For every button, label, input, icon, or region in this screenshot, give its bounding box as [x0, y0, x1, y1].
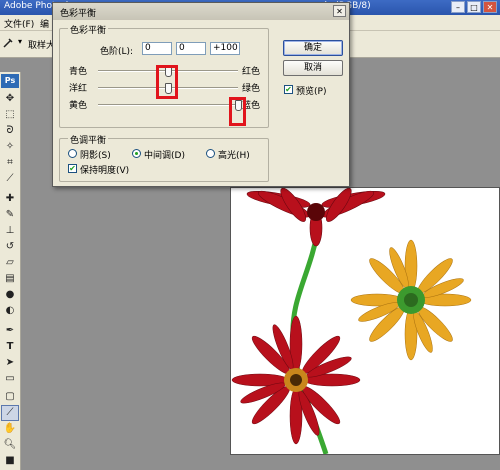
preserve-luminosity-label: 保持明度(V) — [80, 166, 130, 176]
highlights-label: 高光(H) — [218, 151, 250, 161]
color-balance-dialog: 色彩平衡 ✕ 色彩平衡 色阶(L): 0 0 +100 青色 红色 洋红 绿色 … — [52, 2, 350, 187]
history-brush-tool-icon[interactable]: ↺ — [2, 240, 18, 254]
dialog-title-bar[interactable]: 色彩平衡 ✕ — [53, 3, 349, 20]
cancel-button[interactable]: 取消 — [283, 60, 343, 76]
chevron-down-icon[interactable]: ▾ — [18, 37, 22, 49]
color-swatch-icon[interactable]: ■ — [2, 454, 18, 468]
dialog-close-icon[interactable]: ✕ — [333, 5, 346, 17]
slider-green-label: 绿色 — [242, 84, 261, 94]
slice-tool-icon[interactable]: ⟋ — [2, 172, 18, 186]
levels-label: 色阶(L): — [100, 47, 134, 57]
close-icon[interactable]: ✕ — [483, 1, 497, 13]
eyedropper-tool-icon[interactable]: ⟋ — [1, 405, 19, 421]
tone-balance-group: 色调平衡 阴影(S) 中间调(D) 高光(H) ✔ 保持明度(V) — [59, 133, 269, 182]
midtones-label: 中间调(D) — [144, 151, 185, 161]
healing-tool-icon[interactable]: ✚ — [2, 192, 18, 206]
zoom-tool-icon[interactable]: 🔍︎ — [2, 438, 18, 452]
midtones-radio[interactable] — [132, 149, 141, 158]
magic-wand-tool-icon[interactable]: ✧ — [2, 140, 18, 154]
minimize-icon[interactable]: – — [451, 1, 465, 13]
slider-red-label: 红色 — [242, 67, 261, 77]
color-balance-group: 色彩平衡 色阶(L): 0 0 +100 青色 红色 洋红 绿色 黄色 蓝色 — [59, 23, 269, 128]
type-tool-icon[interactable]: T — [2, 340, 18, 354]
gradient-tool-icon[interactable]: ▤ — [2, 272, 18, 286]
notes-tool-icon[interactable]: ▢ — [2, 390, 18, 404]
dialog-title: 色彩平衡 — [60, 9, 97, 19]
maximize-icon[interactable]: □ — [467, 1, 481, 13]
preview-checkbox[interactable]: ✔ — [284, 85, 293, 94]
menu-file[interactable]: 文件(F) — [4, 17, 34, 30]
hand-tool-icon[interactable]: ✋ — [2, 422, 18, 436]
watermark-text: Bai — [431, 419, 471, 444]
highlight-box-blue-slider — [229, 97, 246, 126]
tone-balance-group-label: 色调平衡 — [68, 133, 109, 146]
crop-tool-icon[interactable]: ⌗ — [2, 156, 18, 170]
highlight-box-sliders — [156, 65, 178, 99]
shadows-radio[interactable] — [68, 149, 77, 158]
ok-button[interactable]: 确定 — [283, 40, 343, 56]
yellow-blue-slider-track[interactable] — [98, 104, 238, 106]
lasso-tool-icon[interactable]: ᘐ — [2, 124, 18, 138]
menu-edit[interactable]: 编 — [40, 17, 49, 30]
sample-size-label: 取样大 — [28, 41, 56, 51]
preview-label: 预览(P) — [296, 87, 327, 97]
highlights-radio[interactable] — [206, 149, 215, 158]
watermark-suffix: 经验 — [471, 430, 491, 441]
brush-tool-icon[interactable]: ✎ — [2, 208, 18, 222]
dodge-tool-icon[interactable]: ◐ — [2, 304, 18, 318]
stamp-tool-icon[interactable]: ⊥ — [2, 224, 18, 238]
preserve-luminosity-checkbox[interactable]: ✔ — [68, 164, 77, 173]
watermark: Bai经验 — [432, 419, 491, 444]
flower-image — [231, 187, 472, 455]
move-tool-icon[interactable]: ✥ — [2, 92, 18, 106]
eraser-tool-icon[interactable]: ▱ — [2, 256, 18, 270]
slider-yellow-label: 黄色 — [69, 101, 88, 111]
blur-tool-icon[interactable]: ● — [2, 288, 18, 302]
levels-magenta-green-input[interactable]: 0 — [176, 42, 206, 55]
document-canvas[interactable]: Bai经验 — [230, 187, 500, 455]
shadows-label: 阴影(S) — [80, 151, 111, 161]
window-controls: – □ ✕ — [449, 1, 497, 13]
shape-tool-icon[interactable]: ▭ — [2, 372, 18, 386]
ps-logo: Ps — [1, 74, 19, 88]
toolbox: Ps ✥ ⬚ ᘐ ✧ ⌗ ⟋ ✚ ✎ ⊥ ↺ ▱ ▤ ● ◐ ✒ T ➤ ▭ ▢… — [0, 72, 21, 470]
pen-tool-icon[interactable]: ✒ — [2, 324, 18, 338]
slider-cyan-label: 青色 — [69, 67, 88, 77]
marquee-tool-icon[interactable]: ⬚ — [2, 108, 18, 122]
path-select-tool-icon[interactable]: ➤ — [2, 356, 18, 370]
eyedropper-icon[interactable] — [2, 37, 14, 49]
levels-yellow-blue-input[interactable]: +100 — [210, 42, 240, 55]
slider-magenta-label: 洋红 — [69, 84, 88, 94]
levels-cyan-red-input[interactable]: 0 — [142, 42, 172, 55]
color-balance-group-label: 色彩平衡 — [68, 23, 109, 36]
